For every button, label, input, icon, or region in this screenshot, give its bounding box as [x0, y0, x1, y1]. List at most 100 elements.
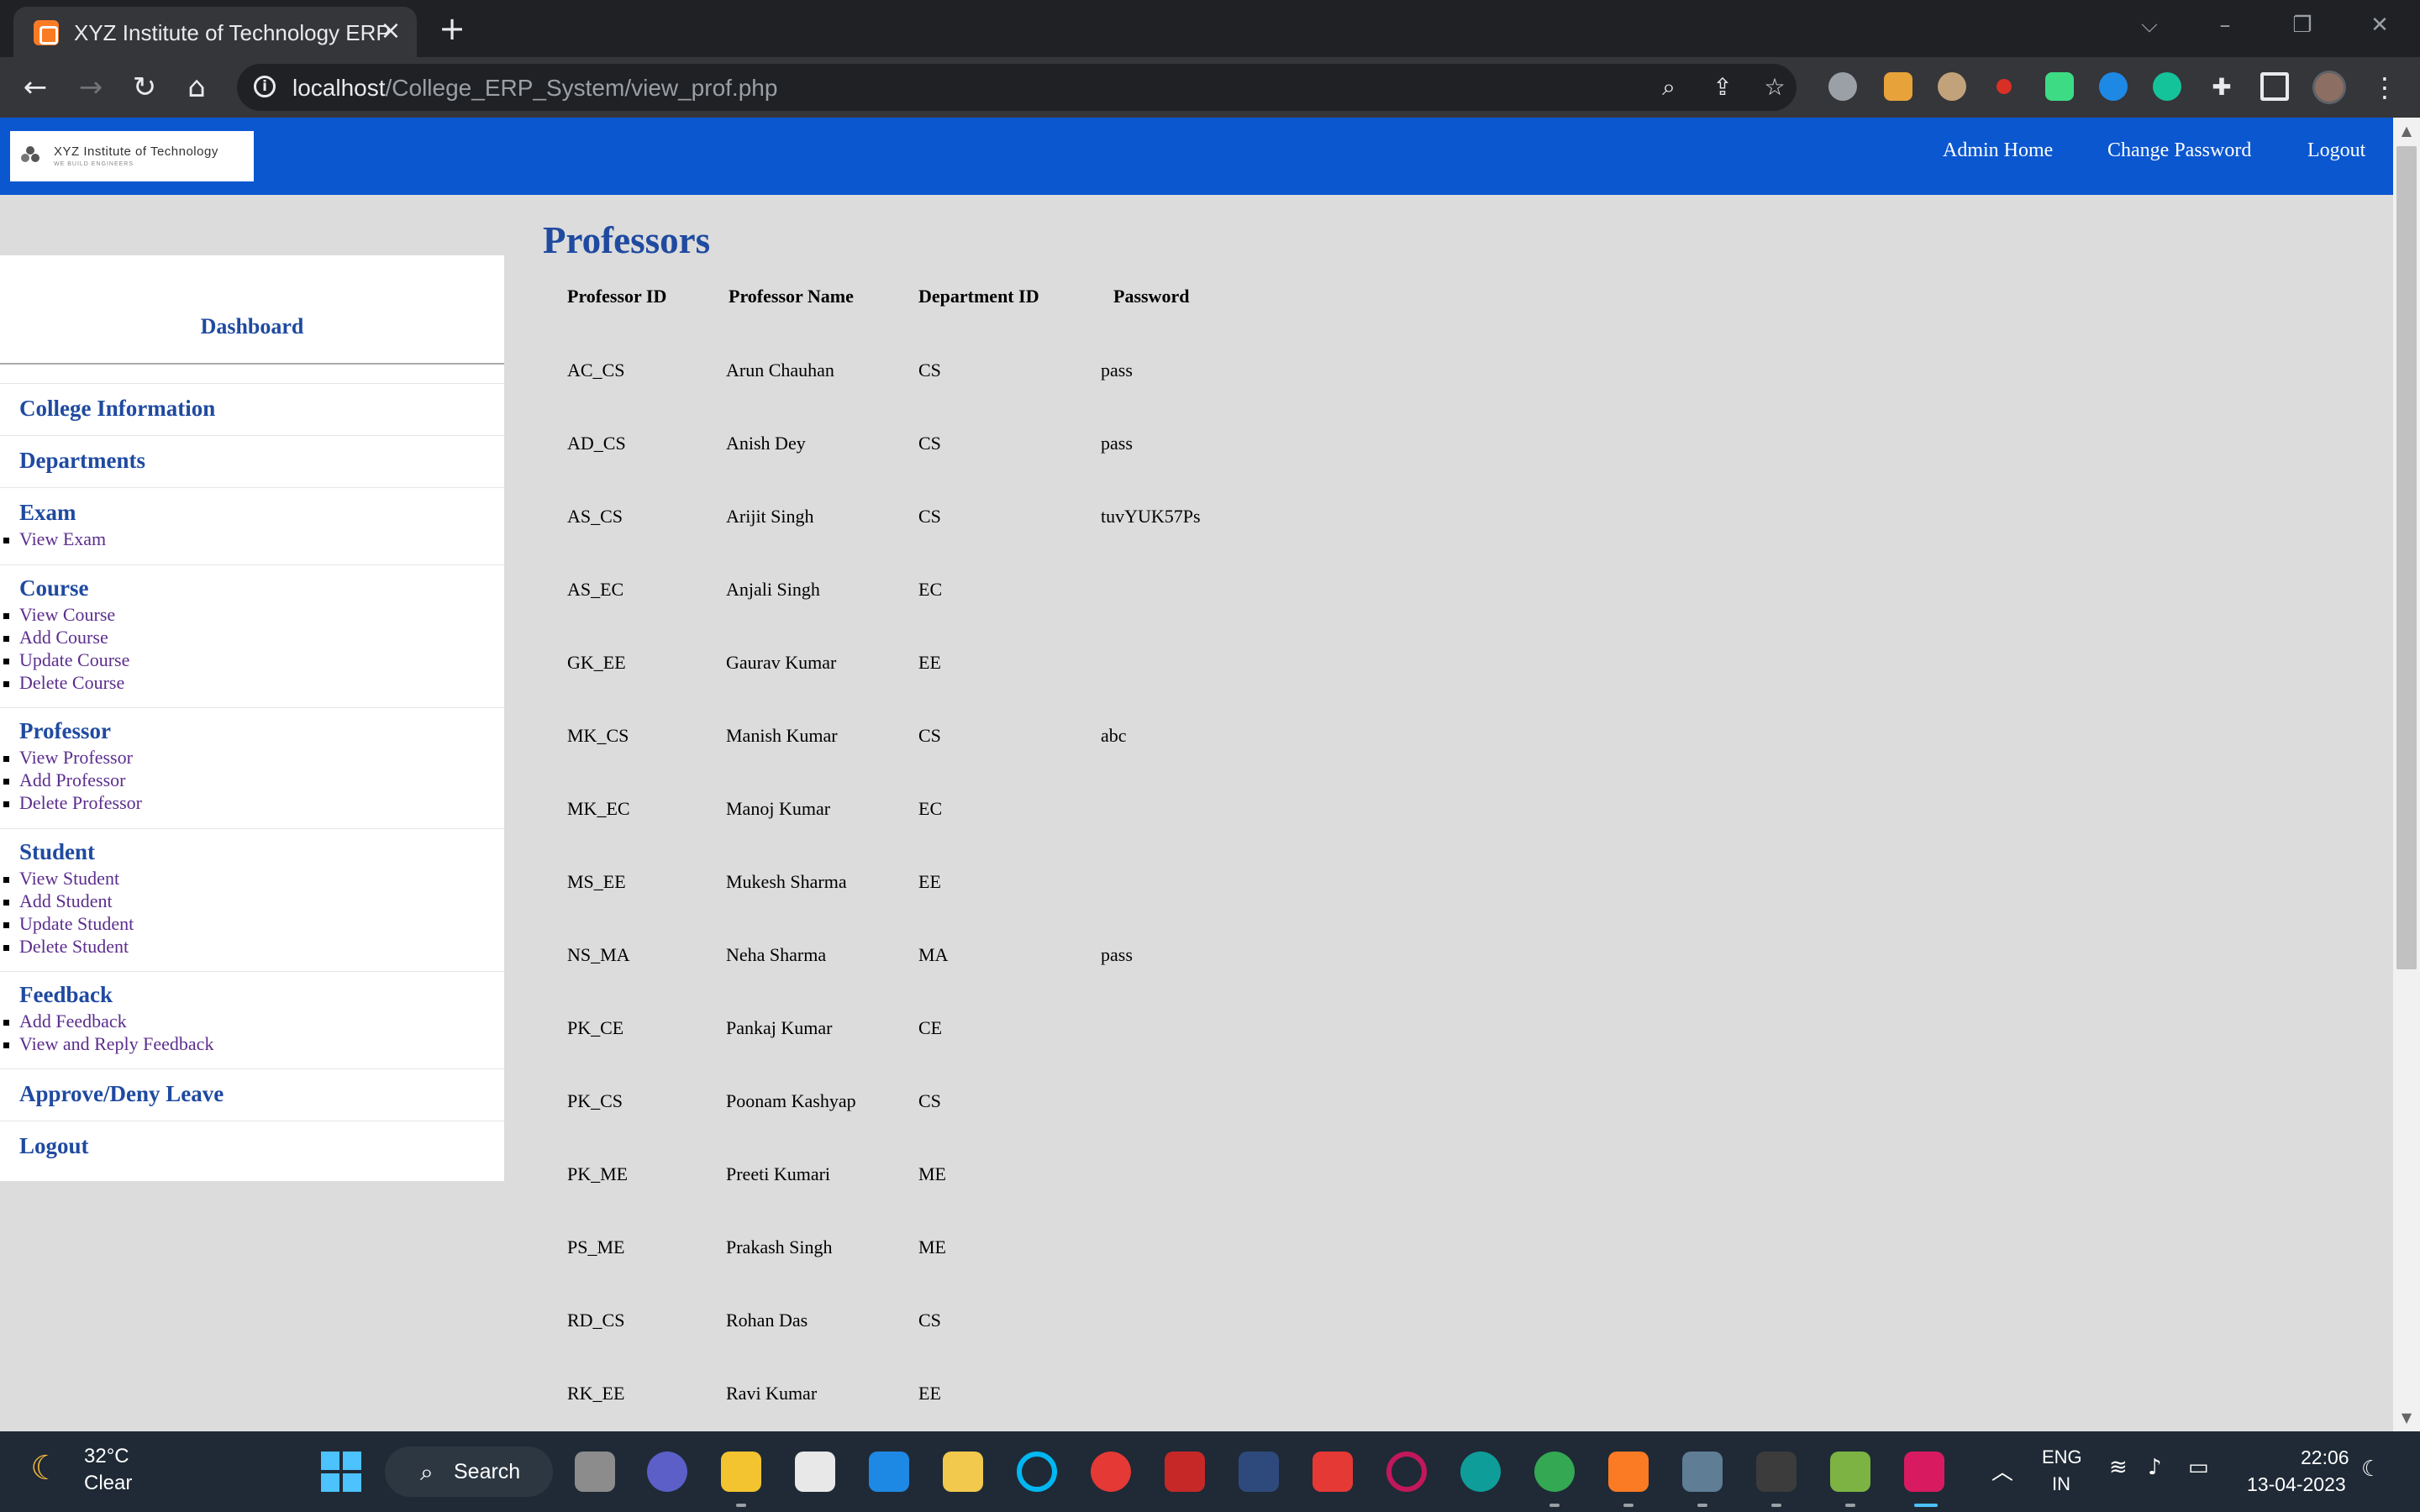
files-icon[interactable] — [943, 1452, 983, 1492]
windows-start-icon[interactable] — [321, 1452, 361, 1492]
sidebar-icon[interactable] — [2260, 72, 2289, 101]
close-icon[interactable]: × — [376, 17, 405, 45]
student-link[interactable]: Student — [19, 839, 95, 865]
avatar[interactable] — [2312, 71, 2346, 104]
edge-icon[interactable] — [1460, 1452, 1501, 1492]
forward-icon[interactable]: → — [72, 69, 109, 106]
grammarly-icon[interactable] — [2153, 72, 2181, 101]
add-course-link[interactable]: Add Course — [3, 627, 108, 648]
youtube-music-icon[interactable] — [1091, 1452, 1131, 1492]
view-student-link[interactable]: View Student — [3, 868, 119, 890]
snipping-tool-icon[interactable] — [1904, 1452, 1944, 1492]
delete-course-link[interactable]: Delete Course — [3, 672, 124, 694]
language-indicator[interactable]: ENG — [2042, 1446, 2082, 1468]
task-view-icon[interactable] — [575, 1452, 615, 1492]
browser-tab[interactable]: XYZ Institute of Technology ERP × — [13, 7, 417, 57]
xampp-taskbar-icon[interactable] — [1608, 1452, 1649, 1492]
wifi-icon[interactable]: ≋ — [2109, 1455, 2128, 1480]
home-icon[interactable]: ⌂ — [178, 69, 215, 106]
clock-date[interactable]: 13-04-2023 — [2247, 1473, 2346, 1496]
view-reply-feedback-link[interactable]: View and Reply Feedback — [3, 1033, 213, 1055]
extension-icon-5[interactable] — [2045, 72, 2074, 101]
professor-link[interactable]: Professor — [19, 718, 111, 744]
delete-student-link[interactable]: Delete Student — [3, 936, 129, 958]
launcher-icon[interactable] — [869, 1452, 909, 1492]
table-cell: MK_CS — [567, 725, 629, 746]
mcafee-icon[interactable] — [1165, 1452, 1205, 1492]
tab-search-icon[interactable]: ⌵ — [2133, 8, 2166, 42]
table-cell: PK_CS — [567, 1090, 623, 1111]
add-feedback-link[interactable]: Add Feedback — [3, 1011, 127, 1032]
table-cell: Preeti Kumari — [726, 1163, 831, 1184]
scroll-down-icon[interactable]: ▼ — [2393, 1404, 2420, 1431]
departments-link[interactable]: Departments — [19, 448, 145, 474]
add-professor-link[interactable]: Add Professor — [3, 769, 126, 791]
opera-icon[interactable] — [1386, 1452, 1427, 1492]
scroll-up-icon[interactable]: ▲ — [2393, 118, 2420, 144]
add-student-link[interactable]: Add Student — [3, 890, 113, 912]
zoom-icon[interactable]: ⌕ — [1652, 71, 1686, 104]
extension-icon-4[interactable] — [1996, 79, 2012, 94]
teams-chat-icon[interactable] — [647, 1452, 687, 1492]
scroll-thumb[interactable] — [2396, 146, 2417, 969]
terminal-icon[interactable] — [1756, 1452, 1797, 1492]
view-exam-link[interactable]: View Exam — [3, 528, 106, 550]
shazam-icon[interactable] — [2099, 72, 2128, 101]
extension-icon-3[interactable] — [1938, 72, 1966, 101]
sidebar-logout-link[interactable]: Logout — [19, 1133, 89, 1159]
extensions-icon[interactable]: ✚ — [2205, 71, 2238, 104]
course-link[interactable]: Course — [19, 575, 89, 601]
star-icon[interactable]: ☆ — [1758, 71, 1791, 104]
reload-icon[interactable]: ↻ — [126, 69, 163, 106]
view-course-link[interactable]: View Course — [3, 604, 115, 626]
weather-temperature[interactable]: 32°C — [84, 1445, 129, 1468]
window-close-icon[interactable]: ✕ — [2363, 8, 2396, 42]
table-cell: AD_CS — [567, 433, 626, 454]
college-information-link[interactable]: College Information — [19, 396, 215, 422]
admin-home-link[interactable]: Admin Home — [1943, 139, 2053, 162]
feedback-link[interactable]: Feedback — [19, 982, 113, 1008]
file-explorer-icon[interactable] — [721, 1452, 761, 1492]
view-professor-link[interactable]: View Professor — [3, 747, 133, 769]
update-course-link[interactable]: Update Course — [3, 649, 129, 671]
menu-icon[interactable]: ⋮ — [2368, 69, 2402, 106]
table-cell: PK_CE — [567, 1017, 624, 1038]
approve-deny-leave-link[interactable]: Approve/Deny Leave — [19, 1081, 224, 1107]
minimize-icon[interactable]: – — [2208, 8, 2242, 42]
delete-professor-link[interactable]: Delete Professor — [3, 792, 142, 814]
battery-icon[interactable]: ▭ — [2188, 1455, 2209, 1480]
notification-icon[interactable]: ☾ — [2361, 1457, 2381, 1482]
back-icon[interactable]: ← — [17, 69, 54, 106]
restore-icon[interactable]: ❐ — [2286, 8, 2319, 42]
volume-icon[interactable]: ♪ — [2148, 1455, 2162, 1480]
update-student-link[interactable]: Update Student — [3, 913, 134, 935]
language-region[interactable]: IN — [2052, 1473, 2070, 1495]
logout-link[interactable]: Logout — [2307, 139, 2365, 162]
weather-condition[interactable]: Clear — [84, 1472, 132, 1495]
info-icon[interactable]: i — [254, 76, 276, 97]
table-cell: MK_EC — [567, 798, 630, 819]
security-icon[interactable] — [1313, 1452, 1353, 1492]
store-icon[interactable] — [795, 1452, 835, 1492]
git-icon[interactable] — [1830, 1452, 1870, 1492]
address-bar[interactable]: i localhost/College_ERP_System/view_prof… — [237, 64, 1797, 111]
extension-icon-2[interactable] — [1884, 72, 1912, 101]
change-password-link[interactable]: Change Password — [2107, 139, 2251, 162]
chrome-icon[interactable] — [1534, 1452, 1575, 1492]
r-studio-icon[interactable] — [1239, 1452, 1279, 1492]
table-cell: GK_EE — [567, 652, 626, 673]
chevron-up-icon[interactable]: ︿ — [1991, 1455, 2013, 1486]
share-icon[interactable]: ⇪ — [1706, 71, 1739, 104]
page-scrollbar[interactable]: ▲ ▼ — [2393, 118, 2420, 1431]
column-header: Password — [1113, 286, 1190, 307]
new-tab-icon[interactable]: + — [435, 12, 469, 45]
alexa-icon[interactable] — [1017, 1452, 1057, 1492]
extension-icon-1[interactable] — [1828, 72, 1857, 101]
site-logo[interactable]: XYZ Institute of Technology WE BUILD ENG… — [10, 131, 254, 181]
clock-time[interactable]: 22:06 — [2301, 1446, 2349, 1469]
taskbar-search[interactable]: ⌕ Search — [385, 1446, 553, 1497]
exam-link[interactable]: Exam — [19, 500, 76, 526]
url-text[interactable]: localhost/College_ERP_System/view_prof.p… — [292, 75, 777, 102]
resource-monitor-icon[interactable] — [1682, 1452, 1723, 1492]
moon-icon[interactable]: ☾ — [30, 1450, 67, 1487]
